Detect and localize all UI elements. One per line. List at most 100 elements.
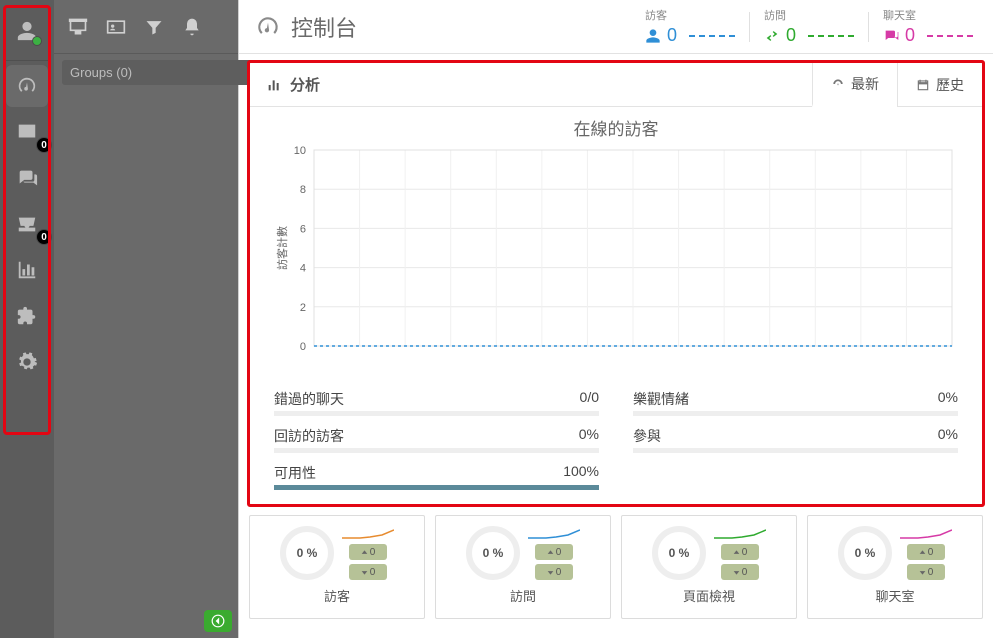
gauge-icon [16, 75, 38, 97]
trend-down-pill: 0 [721, 564, 759, 580]
nav-plugins[interactable] [6, 295, 48, 337]
trend-up-pill: 0 [349, 544, 387, 560]
page-title-wrap: 控制台 [255, 11, 641, 43]
filter-icon[interactable] [144, 17, 164, 37]
caret-up-icon [733, 549, 740, 556]
summary-card[interactable]: 0 % 0 0 訪問 [435, 515, 611, 619]
trend-up-pill: 0 [907, 544, 945, 560]
nav-reports[interactable] [6, 249, 48, 291]
metric-returning: 回訪的訪客 0% [274, 426, 599, 453]
content: 分析 最新 歷史 在線的訪客 0246810訪客計數 [239, 54, 993, 638]
metric-label: 樂觀情緒 [633, 389, 689, 409]
metric-label: 可用性 [274, 463, 316, 483]
bar-chart-icon [16, 259, 38, 281]
metric-visits-label: 訪問 [764, 7, 786, 23]
chat-icon [883, 28, 899, 44]
sparkline-placeholder [808, 35, 854, 37]
sparkline [900, 526, 952, 540]
card-label: 聊天室 [875, 586, 914, 605]
card-label: 訪問 [510, 586, 536, 605]
topbar: 控制台 訪客 0 訪問 0 [239, 0, 993, 54]
status-online-dot [32, 36, 42, 46]
groups-search-input[interactable] [62, 60, 270, 85]
groups-search-row [54, 54, 238, 91]
caret-up-icon [919, 549, 926, 556]
nav-settings[interactable] [6, 341, 48, 383]
summary-cards: 0 % 0 0 訪客 0 % 0 0 訪問 0 % [249, 515, 983, 619]
svg-text:訪客計數: 訪客計數 [275, 226, 289, 270]
svg-text:8: 8 [300, 184, 306, 196]
user-icon [645, 28, 661, 44]
metric-availability: 可用性100% [274, 463, 599, 490]
calendar-icon [916, 78, 930, 92]
svg-text:2: 2 [300, 302, 306, 314]
gauge: 0 % [652, 526, 706, 580]
tab-latest-label: 最新 [851, 74, 879, 94]
metric-value: 0% [938, 426, 958, 446]
gauge: 0 % [280, 526, 334, 580]
metric-visits-value: 0 [786, 25, 796, 46]
monitor-icon[interactable] [68, 17, 88, 37]
caret-up-icon [361, 549, 368, 556]
sparkline-placeholder [927, 35, 973, 37]
metric-value: 0% [579, 426, 599, 446]
summary-card[interactable]: 0 % 0 0 聊天室 [807, 515, 983, 619]
metric-visitors-value: 0 [667, 25, 677, 46]
caret-down-icon [547, 569, 554, 576]
id-card-icon[interactable] [106, 17, 126, 37]
sparkline-placeholder [689, 35, 735, 37]
svg-text:0: 0 [300, 341, 306, 353]
nav-analytics-badge: 0 [36, 137, 52, 153]
nav-profile[interactable] [6, 10, 48, 52]
bar-chart-icon [266, 77, 282, 93]
nav-inbox[interactable]: 0 [6, 203, 48, 245]
metric-missed-chat: 錯過的聊天0/0 [274, 389, 599, 416]
analysis-panel-header: 分析 最新 歷史 [250, 63, 982, 107]
tab-history-label: 歷史 [936, 75, 964, 95]
summary-card[interactable]: 0 % 0 0 訪客 [249, 515, 425, 619]
metric-visits: 訪問 0 [760, 7, 858, 46]
nav-dashboard[interactable] [6, 65, 48, 107]
page-title: 控制台 [291, 11, 357, 43]
metric-label: 回訪的訪客 [274, 426, 344, 446]
main-area: 控制台 訪客 0 訪問 0 [238, 0, 993, 638]
chart-title: 在線的訪客 [274, 115, 958, 140]
collapse-panel-button[interactable] [204, 610, 232, 632]
metric-sentiment: 樂觀情緒 0% [633, 389, 958, 416]
trend-down-pill: 0 [349, 564, 387, 580]
bell-icon[interactable] [182, 17, 202, 37]
trend-up-pill: 0 [721, 544, 759, 560]
chart-image-icon [16, 121, 38, 143]
trend-down-pill: 0 [907, 564, 945, 580]
nav-chats[interactable] [6, 157, 48, 199]
metric-chats: 聊天室 0 [879, 7, 977, 46]
caret-down-icon [919, 569, 926, 576]
metric-label: 錯過的聊天 [274, 389, 344, 409]
tab-latest[interactable]: 最新 [812, 63, 897, 107]
analysis-tabs: 最新 歷史 [812, 63, 982, 106]
caret-up-icon [547, 549, 554, 556]
inbox-icon [16, 213, 38, 235]
gauge-icon [831, 77, 845, 91]
exchange-icon [764, 28, 780, 44]
tab-history[interactable]: 歷史 [897, 63, 982, 106]
analysis-title-text: 分析 [290, 74, 320, 95]
divider [868, 12, 869, 42]
gauge: 0 % [838, 526, 892, 580]
svg-text:10: 10 [294, 145, 306, 157]
trend-up-pill: 0 [535, 544, 573, 560]
caret-down-icon [733, 569, 740, 576]
nav-analytics[interactable]: 0 [6, 111, 48, 153]
trend-down-pill: 0 [535, 564, 573, 580]
caret-down-icon [361, 569, 368, 576]
metric-value: 0% [938, 389, 958, 409]
metric-label: 參與 [633, 426, 661, 446]
analysis-panel: 分析 最新 歷史 在線的訪客 0246810訪客計數 [249, 62, 983, 505]
divider [749, 12, 750, 42]
summary-card[interactable]: 0 % 0 0 頁面檢視 [621, 515, 797, 619]
card-label: 訪客 [324, 586, 350, 605]
gauge: 0 % [466, 526, 520, 580]
metric-chats-value: 0 [905, 25, 915, 46]
svg-text:6: 6 [300, 223, 306, 235]
chat-bubbles-icon [16, 167, 38, 189]
